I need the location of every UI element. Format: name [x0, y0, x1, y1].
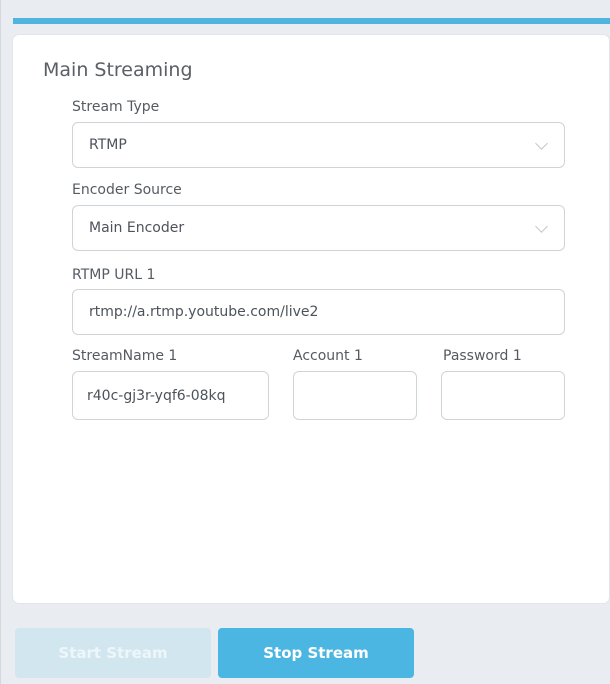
main-streaming-panel: Main Streaming Stream Type RTMP Encoder … [13, 35, 609, 603]
stream-name-input[interactable]: r40c-gj3r-yqf6-08kq [72, 371, 269, 420]
encoder-source-label: Encoder Source [72, 182, 182, 198]
stream-type-value: RTMP [89, 137, 127, 153]
encoder-source-value: Main Encoder [89, 220, 185, 236]
stream-name-value: r40c-gj3r-yqf6-08kq [87, 387, 226, 404]
account-label: Account 1 [293, 348, 363, 364]
rtmp-url-value: rtmp://a.rtmp.youtube.com/live2 [89, 304, 319, 320]
stream-name-label: StreamName 1 [72, 348, 178, 364]
streaming-window: Main Streaming Stream Type RTMP Encoder … [0, 0, 610, 684]
accent-bar [13, 18, 610, 24]
stream-type-select[interactable]: RTMP [72, 122, 565, 168]
account-input[interactable] [293, 371, 417, 420]
rtmp-url-input[interactable]: rtmp://a.rtmp.youtube.com/live2 [72, 289, 565, 335]
start-stream-button[interactable]: Start Stream [15, 628, 211, 678]
rtmp-url-label: RTMP URL 1 [72, 267, 156, 283]
encoder-source-select[interactable]: Main Encoder [72, 205, 565, 251]
password-input[interactable] [441, 371, 565, 420]
chevron-down-icon [535, 137, 548, 150]
chevron-down-icon [535, 220, 548, 233]
panel-title: Main Streaming [43, 59, 193, 81]
password-label: Password 1 [443, 348, 522, 364]
stream-type-label: Stream Type [72, 99, 160, 115]
stop-stream-button[interactable]: Stop Stream [218, 628, 414, 678]
